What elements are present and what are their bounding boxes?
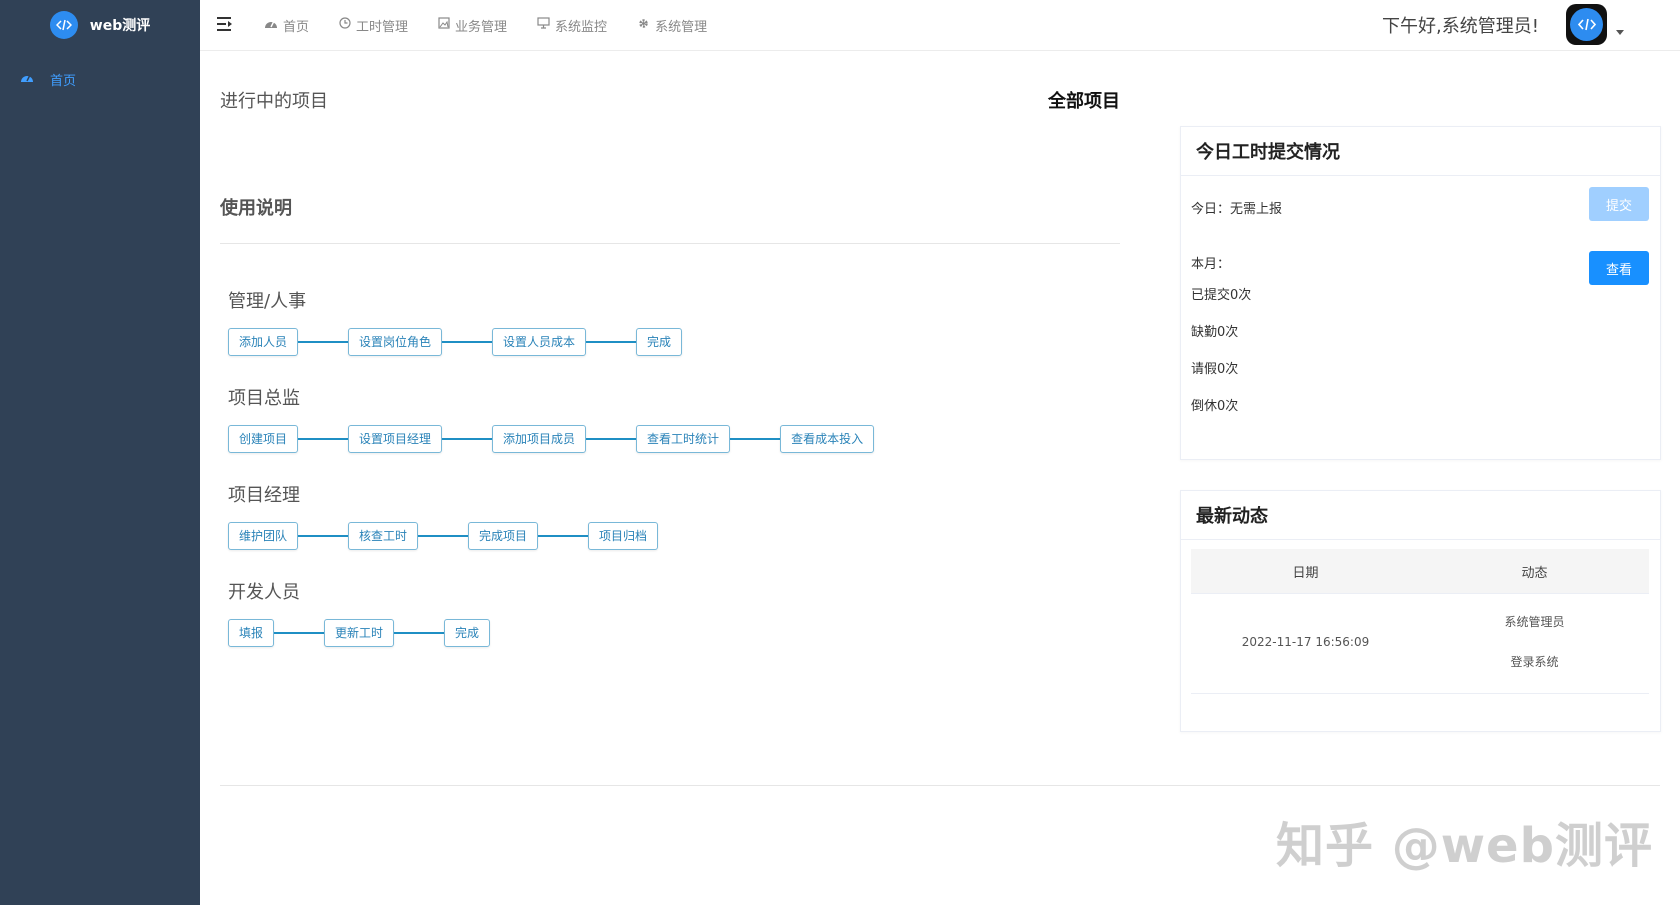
nav-monitor[interactable]: 系统监控: [537, 16, 607, 35]
absent-count: 缺勤0次: [1191, 325, 1239, 340]
flow-connector: [442, 438, 493, 440]
flow-title-manager: 项目经理: [228, 485, 300, 506]
nav-system-label: 系统管理: [655, 19, 708, 35]
month-label: 本月：: [1191, 257, 1231, 272]
image-icon: [438, 17, 450, 33]
step-add-members[interactable]: 添加项目成员: [492, 425, 587, 453]
nav-home-label: 首页: [283, 19, 310, 35]
step-add-person[interactable]: 添加人员: [228, 328, 299, 356]
news-table-header: 日期 动态: [1191, 549, 1649, 594]
view-button[interactable]: 查看: [1589, 251, 1649, 285]
nav-business[interactable]: 业务管理: [438, 16, 507, 35]
step-archive[interactable]: 项目归档: [588, 522, 659, 550]
step-set-cost[interactable]: 设置人员成本: [492, 328, 587, 356]
nav-system[interactable]: 系统管理: [637, 16, 707, 35]
dashboard-icon: [264, 18, 278, 33]
row-date: 2022-11-17 16:56:09: [1241, 635, 1370, 649]
column-header-date: 日期: [1292, 565, 1319, 581]
dashboard-icon: [20, 71, 34, 87]
gear-icon: [637, 17, 650, 34]
step-view-cost[interactable]: 查看成本投入: [780, 425, 875, 453]
row-user: 系统管理员: [1504, 615, 1565, 629]
flow-connector: [586, 438, 637, 440]
code-avatar-icon: [1570, 8, 1603, 41]
flow-connector: [586, 341, 637, 343]
flow-connector: [298, 341, 349, 343]
watermark: 知乎 @web测评: [1276, 818, 1653, 874]
row-action: 登录系统: [1510, 655, 1559, 669]
step-done[interactable]: 完成: [636, 328, 683, 356]
divider: [220, 243, 1120, 244]
flow-connector: [538, 535, 589, 537]
app-title: web测评: [89, 18, 151, 34]
flow-connector: [394, 632, 445, 634]
submit-button[interactable]: 提交: [1589, 187, 1649, 221]
app-logo[interactable]: web测评: [0, 0, 200, 50]
monitor-icon: [537, 17, 550, 33]
main-content: 进行中的项目 全部项目 使用说明 管理/人事 添加人员 设置岗位角色 设置人员成…: [200, 51, 1680, 905]
nav-worktime-label: 工时管理: [356, 19, 409, 35]
flow-title-dev: 开发人员: [228, 582, 300, 603]
usage-title: 使用说明: [220, 198, 292, 219]
step-report[interactable]: 填报: [228, 619, 275, 647]
flow-dev: 填报 更新工时 完成: [228, 619, 491, 647]
worklog-card-title: 今日工时提交情况: [1181, 127, 1660, 176]
today-status: 今日：无需上报: [1191, 202, 1283, 217]
step-update-hours[interactable]: 更新工时: [324, 619, 395, 647]
worklog-card: 今日工时提交情况 今日：无需上报 提交 本月： 查看 已提交0次 缺勤0次 请假…: [1180, 126, 1661, 460]
step-maintain-team[interactable]: 维护团队: [228, 522, 299, 550]
flow-connector: [442, 341, 493, 343]
footer-divider: [220, 785, 1660, 786]
nav-worktime[interactable]: 工时管理: [339, 16, 408, 35]
news-card-title: 最新动态: [1181, 491, 1660, 540]
news-card: 最新动态 日期 动态 2022-11-17 16:56:09 系统管理员 登录系…: [1180, 490, 1661, 732]
step-set-manager[interactable]: 设置项目经理: [348, 425, 443, 453]
sidebar-item-label: 首页: [50, 73, 77, 89]
step-set-role[interactable]: 设置岗位角色: [348, 328, 443, 356]
step-check-hours[interactable]: 核查工时: [348, 522, 419, 550]
column-header-activity: 动态: [1521, 565, 1548, 581]
sidebar-item-home[interactable]: 首页: [0, 62, 200, 96]
step-complete-project[interactable]: 完成项目: [468, 522, 539, 550]
top-nav: 首页 工时管理 业务管理 系统监控 系统管理: [264, 0, 707, 50]
flow-title-hr: 管理/人事: [228, 291, 307, 312]
flow-connector: [418, 535, 469, 537]
step-view-stats[interactable]: 查看工时统计: [636, 425, 731, 453]
step-dev-done[interactable]: 完成: [444, 619, 491, 647]
submitted-count: 已提交0次: [1191, 288, 1252, 303]
caret-down-icon[interactable]: [1616, 30, 1624, 35]
code-logo-icon: [49, 11, 78, 39]
leave-count: 请假0次: [1191, 362, 1239, 377]
avatar[interactable]: [1566, 4, 1607, 45]
greeting-text: 下午好,系统管理员!: [1382, 16, 1539, 37]
flow-connector: [730, 438, 781, 440]
flow-title-director: 项目总监: [228, 388, 300, 409]
step-create-project[interactable]: 创建项目: [228, 425, 299, 453]
nav-business-label: 业务管理: [455, 19, 508, 35]
table-row: 2022-11-17 16:56:09 系统管理员 登录系统: [1191, 593, 1649, 694]
all-projects-link[interactable]: 全部项目: [1048, 87, 1120, 113]
flow-connector: [298, 535, 349, 537]
sidebar: web测评 首页: [0, 0, 200, 905]
clock-icon: [339, 17, 351, 33]
off-count: 倒休0次: [1191, 399, 1239, 414]
flow-manager: 维护团队 核查工时 完成项目 项目归档: [228, 522, 659, 550]
in-progress-title: 进行中的项目: [220, 91, 328, 112]
nav-home[interactable]: 首页: [264, 16, 309, 35]
flow-connector: [298, 438, 349, 440]
flow-director: 创建项目 设置项目经理 添加项目成员 查看工时统计 查看成本投入: [228, 425, 875, 453]
hamburger-icon[interactable]: [216, 16, 234, 36]
top-navbar: 首页 工时管理 业务管理 系统监控 系统管理 下午好,系统管理员!: [200, 0, 1680, 51]
nav-monitor-label: 系统监控: [555, 19, 608, 35]
flow-hr: 添加人员 设置岗位角色 设置人员成本 完成: [228, 328, 683, 356]
flow-connector: [274, 632, 325, 634]
